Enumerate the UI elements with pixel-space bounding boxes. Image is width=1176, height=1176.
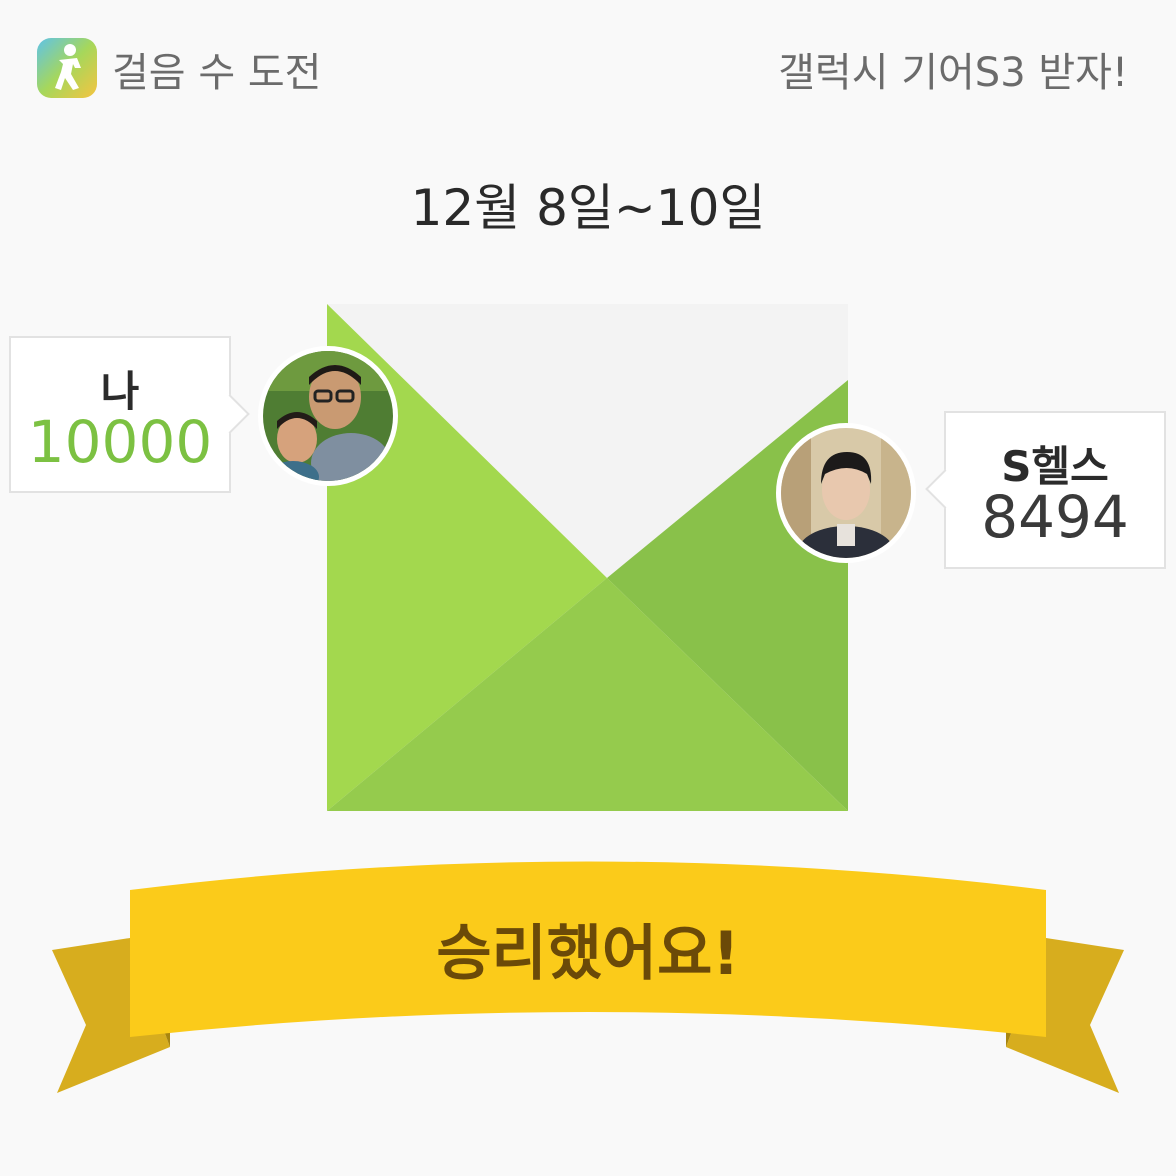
opponent-score-card: S헬스 8494 [925, 411, 1166, 569]
promo-link[interactable]: 갤럭시 기어S3 받자! [778, 40, 1128, 98]
result-message: 승리했어요! [436, 919, 740, 989]
envelope-graphic [327, 304, 848, 811]
date-range: 12월 8일~10일 [410, 179, 766, 237]
my-steps: 10000 [27, 408, 213, 476]
my-avatar[interactable] [258, 346, 398, 486]
runner-icon[interactable] [37, 38, 97, 98]
opponent-steps: 8494 [981, 483, 1129, 551]
app-title: 걸음 수 도전 [112, 50, 322, 96]
opponent-avatar[interactable] [776, 423, 916, 563]
my-score-card: 나 10000 [9, 336, 250, 493]
app-header: 걸음 수 도전 갤럭시 기어S3 받자! [0, 0, 1176, 130]
